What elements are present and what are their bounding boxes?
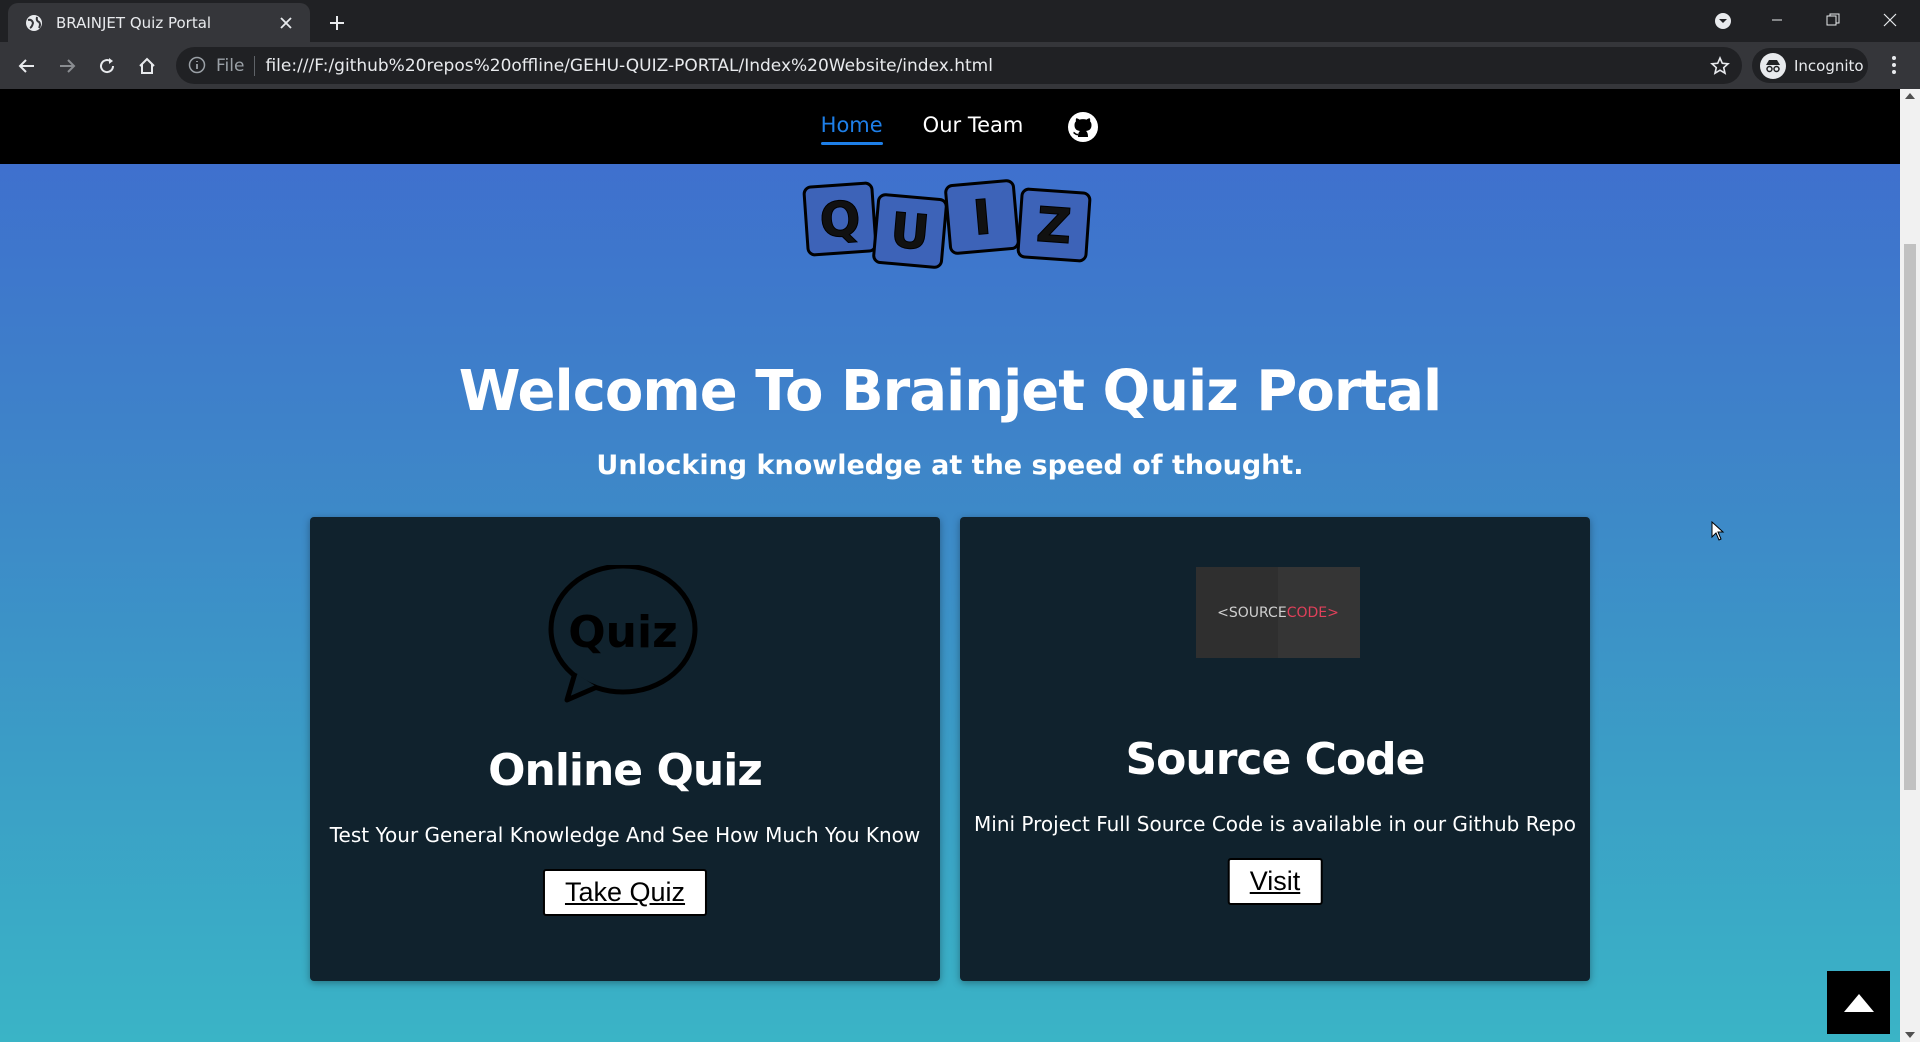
scroll-down-icon[interactable] [1905, 1032, 1915, 1038]
close-window-icon[interactable] [1862, 0, 1918, 40]
logo-letter-z: Z [1035, 197, 1074, 255]
source-code-card: <SOURCECODE> Source Code Mini Project Fu… [960, 517, 1590, 981]
source-image-text: <SOURCE [1217, 604, 1287, 621]
new-tab-icon[interactable] [322, 8, 352, 38]
take-quiz-button[interactable]: Take Quiz [542, 869, 708, 916]
source-code-image: <SOURCECODE> [1196, 567, 1360, 658]
close-tab-icon[interactable] [274, 11, 298, 35]
quiz-logo: Q U I Z [802, 177, 1102, 277]
tab-search-icon[interactable] [1710, 8, 1736, 34]
quiz-bubble-text: Quiz [568, 607, 677, 658]
tab-strip: BRAINJET Quiz Portal [0, 0, 1920, 42]
logo-letter-u: U [888, 202, 932, 261]
card-title: Online Quiz [488, 745, 763, 796]
nav-team-link[interactable]: Our Team [923, 113, 1024, 141]
info-icon[interactable] [188, 56, 208, 76]
forward-icon[interactable] [50, 49, 84, 83]
vertical-scrollbar[interactable] [1900, 89, 1920, 1042]
scrollbar-thumb[interactable] [1904, 244, 1916, 790]
visit-button[interactable]: Visit [1227, 858, 1323, 905]
card-description: Test Your General Knowledge And See How … [329, 823, 921, 847]
back-to-top-button[interactable] [1827, 971, 1890, 1034]
logo-letter-q: Q [818, 191, 863, 250]
page-viewport: Home Our Team Q U I Z Welcome To Brainje… [0, 89, 1920, 1042]
hero-title: Welcome To Brainjet Quiz Portal [458, 359, 1442, 424]
nav-home-link[interactable]: Home [820, 113, 883, 145]
restore-icon[interactable] [1805, 0, 1861, 40]
browser-toolbar: File file:///F:/github%20repos%20offline… [0, 42, 1920, 89]
mouse-cursor-icon [1711, 520, 1725, 541]
incognito-profile-button[interactable]: Incognito [1752, 48, 1868, 83]
home-icon[interactable] [130, 49, 164, 83]
hero-subtitle: Unlocking knowledge at the speed of thou… [596, 450, 1304, 481]
card-title: Source Code [1125, 734, 1425, 785]
kebab-menu-icon[interactable] [1880, 51, 1908, 79]
card-description: Mini Project Full Source Code is availab… [974, 812, 1576, 836]
quiz-bubble-icon: Quiz [545, 563, 705, 705]
back-icon[interactable] [10, 49, 44, 83]
site-navbar: Home Our Team [0, 89, 1900, 164]
reload-icon[interactable] [90, 49, 124, 83]
online-quiz-card: Quiz Online Quiz Test Your General Knowl… [310, 517, 940, 981]
address-bar[interactable]: File file:///F:/github%20repos%20offline… [176, 47, 1742, 84]
bookmark-star-icon[interactable] [1708, 54, 1732, 78]
caret-up-icon [1843, 993, 1874, 1012]
scroll-up-icon[interactable] [1905, 93, 1915, 99]
globe-icon [24, 13, 44, 33]
code-image-text: CODE> [1286, 604, 1339, 621]
url-separator [254, 55, 256, 76]
incognito-label: Incognito [1794, 56, 1864, 75]
tab-title: BRAINJET Quiz Portal [56, 13, 212, 32]
incognito-icon [1760, 52, 1786, 79]
github-icon[interactable] [1067, 111, 1099, 143]
url-scheme-label: File [216, 55, 245, 76]
url-text[interactable]: file:///F:/github%20repos%20offline/GEHU… [265, 56, 992, 76]
minimize-icon[interactable] [1749, 0, 1805, 40]
browser-tab[interactable]: BRAINJET Quiz Portal [8, 3, 310, 42]
